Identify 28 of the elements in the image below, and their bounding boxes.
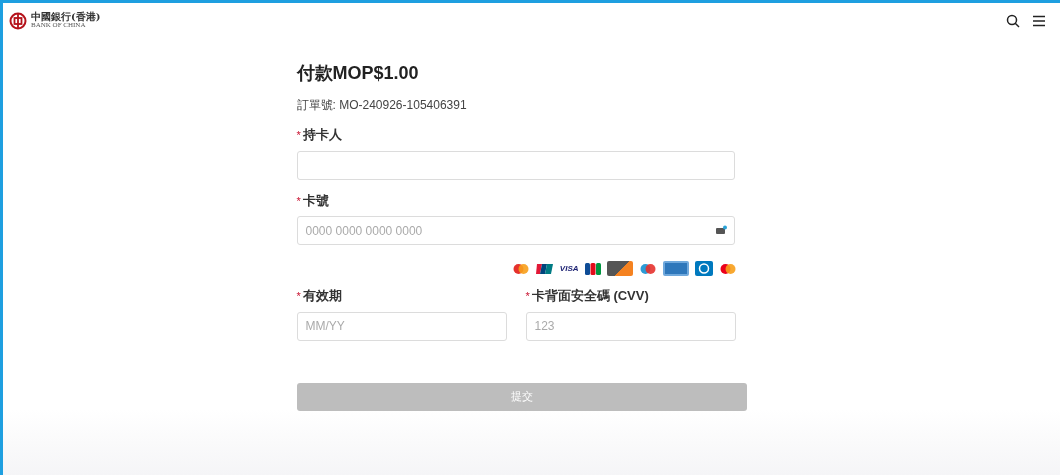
field-label: 卡背面安全碼 (CVV)	[531, 287, 649, 305]
card-icon	[715, 225, 727, 235]
menu-icon[interactable]	[1032, 14, 1046, 27]
field-label: 持卡人	[302, 126, 342, 144]
required-mark: *	[296, 289, 301, 304]
card-brand-icon	[606, 261, 633, 276]
required-mark: *	[296, 193, 301, 209]
search-icon[interactable]	[1006, 13, 1020, 28]
card-brand-icon	[694, 261, 713, 276]
payment-title: 付款MOP$1.00	[296, 62, 420, 85]
cardholder-field[interactable]	[296, 150, 735, 180]
card-brand-icon	[511, 262, 530, 275]
visa-logo: VISA	[559, 264, 579, 273]
order-number: 訂單號: MO-240926-105406391	[296, 97, 468, 114]
required-mark: *	[525, 289, 530, 304]
field-label: 有效期	[302, 287, 342, 305]
logo-text: 中國銀行(香港)	[31, 12, 101, 22]
required-mark: *	[296, 128, 301, 143]
expiry-field[interactable]: MM/YY	[296, 311, 507, 341]
card-brand-icon	[584, 262, 601, 275]
card-brand-icon	[638, 262, 657, 275]
cvv-field[interactable]: 123	[525, 311, 736, 341]
card-brand-icon	[718, 262, 737, 275]
field-label: 卡號	[302, 191, 329, 210]
card-brand-icon	[535, 262, 554, 275]
card-number-field[interactable]: 0000 0000 0000 0000	[296, 216, 735, 245]
card-brand-icon	[662, 261, 689, 276]
logo-icon	[9, 11, 27, 30]
